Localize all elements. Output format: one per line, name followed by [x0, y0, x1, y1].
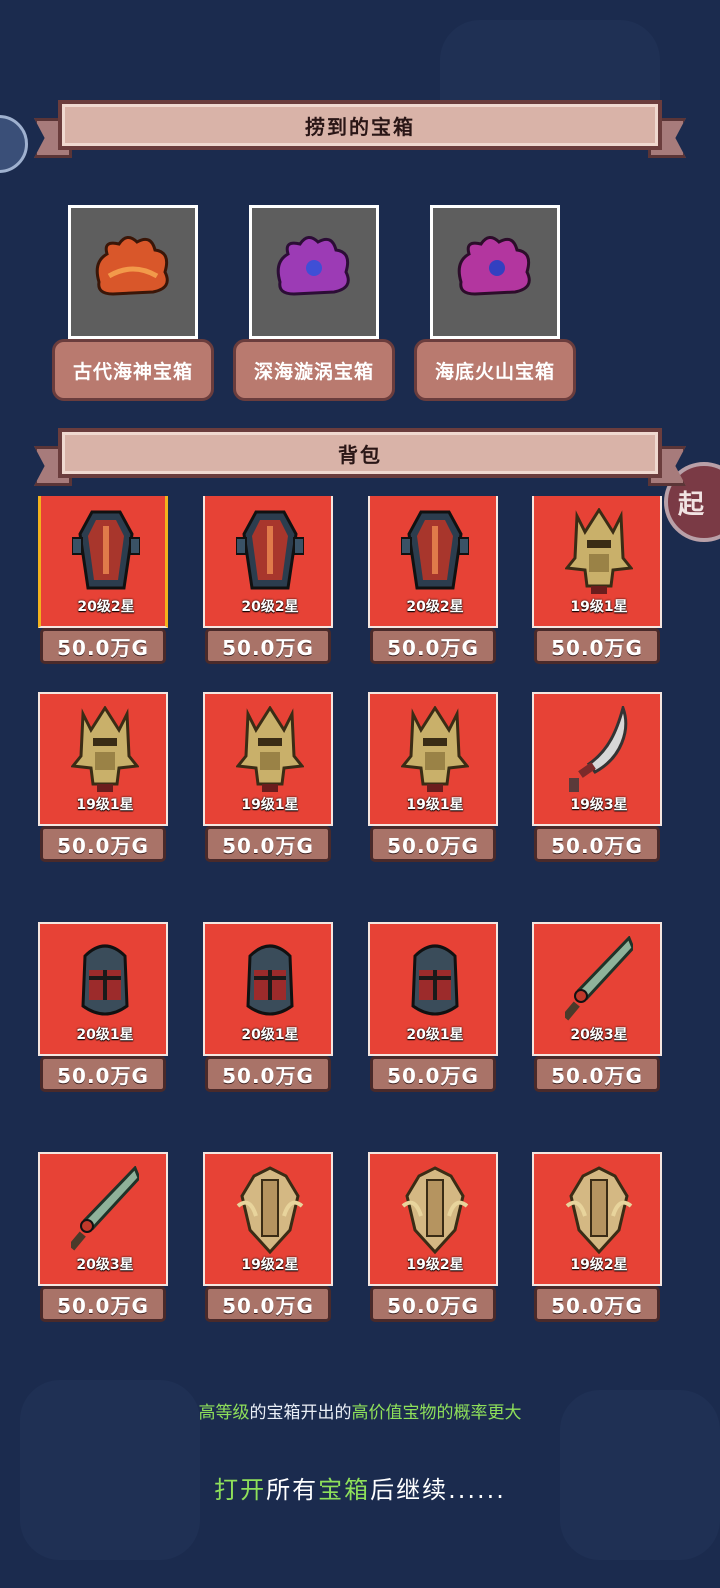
item-level: 20级3星 — [570, 1027, 628, 1043]
item-level: 19级3星 — [570, 797, 628, 813]
item-card-bg: 20级1星 — [203, 922, 333, 1056]
item-card-bg: 20级3星 — [532, 922, 662, 1056]
item-price: 50.0万G — [205, 1286, 331, 1322]
inventory-item[interactable]: 20级3星 50.0万G — [38, 1152, 168, 1322]
chest-frame — [430, 205, 560, 339]
banner-body: 捞到的宝箱 — [58, 100, 662, 150]
side-toggle-label: 起 — [678, 489, 705, 520]
chat-bubble-button[interactable] — [0, 115, 28, 173]
item-price: 50.0万G — [40, 826, 166, 862]
hint-highlight-1: 高等级 — [198, 1403, 250, 1423]
item-level: 20级2星 — [406, 599, 464, 615]
inventory-item[interactable]: 20级2星 50.0万G — [203, 496, 333, 664]
item-price: 50.0万G — [534, 1286, 660, 1322]
item-level: 19级1星 — [406, 797, 464, 813]
inventory-item[interactable]: 19级1星 50.0万G — [532, 496, 662, 664]
hint-highlight-2: 高价值宝物的概率更大 — [351, 1403, 522, 1423]
item-level: 19级2星 — [241, 1257, 299, 1273]
inventory-item[interactable]: 20级2星 50.0万G — [368, 496, 498, 664]
chest-name: 深海漩涡宝箱 — [233, 339, 395, 401]
item-level: 19级1星 — [241, 797, 299, 813]
item-price: 50.0万G — [370, 826, 496, 862]
continue-highlight-1: 打开 — [214, 1476, 267, 1504]
item-card-bg: 19级1星 — [203, 692, 333, 826]
inventory-item[interactable]: 19级2星 50.0万G — [203, 1152, 333, 1322]
item-level: 20级2星 — [77, 599, 135, 615]
chest-name: 海底火山宝箱 — [414, 339, 576, 401]
item-price: 50.0万G — [534, 826, 660, 862]
item-level: 20级3星 — [76, 1257, 134, 1273]
chest-frame — [249, 205, 379, 339]
hint-text: 高等级的宝箱开出的高价值宝物的概率更大 — [0, 1398, 720, 1423]
item-price: 50.0万G — [205, 826, 331, 862]
inventory-item[interactable]: 19级1星 50.0万G — [368, 692, 498, 862]
item-price: 50.0万G — [370, 1286, 496, 1322]
item-level: 20级1星 — [241, 1027, 299, 1043]
item-price: 50.0万G — [205, 628, 331, 664]
inventory-item[interactable]: 19级2星 50.0万G — [368, 1152, 498, 1322]
item-price: 50.0万G — [370, 1056, 496, 1092]
item-card-bg: 20级2星 — [203, 496, 333, 628]
item-card-bg: 20级1星 — [368, 922, 498, 1056]
banner-title: 背包 — [338, 442, 382, 467]
inventory-grid: 20级2星 50.0万G 20级2星 50.0万G 20级2星 50.0万G 19级1星 50… — [38, 496, 668, 1360]
item-level: 19级2星 — [570, 1257, 628, 1273]
banner-body: 背包 — [58, 428, 662, 478]
item-card-bg: 20级3星 — [38, 1152, 168, 1286]
item-card-bg: 19级1星 — [38, 692, 168, 826]
item-price: 50.0万G — [205, 1056, 331, 1092]
item-price: 50.0万G — [40, 1056, 166, 1092]
chest-card[interactable]: 海底火山宝箱 — [414, 205, 596, 401]
item-level: 20级1星 — [406, 1027, 464, 1043]
item-card-bg: 20级2星 — [38, 496, 168, 628]
item-card-bg: 19级1星 — [532, 496, 662, 628]
item-level: 19级2星 — [406, 1257, 464, 1273]
item-price: 50.0万G — [534, 628, 660, 664]
chest-frame — [68, 205, 198, 339]
continue-text-4: 后继续...... — [370, 1476, 506, 1504]
continue-text[interactable]: 打开所有宝箱后继续...... — [0, 1470, 720, 1505]
inventory-item[interactable]: 20级1星 50.0万G — [38, 922, 168, 1092]
item-price: 50.0万G — [370, 628, 496, 664]
inventory-item[interactable]: 20级3星 50.0万G — [532, 922, 662, 1092]
banner-title: 捞到的宝箱 — [305, 114, 415, 139]
item-level: 19级1星 — [76, 797, 134, 813]
item-level: 20级2星 — [241, 599, 299, 615]
inventory-item[interactable]: 20级2星 50.0万G — [38, 496, 168, 664]
item-level: 19级1星 — [570, 599, 628, 615]
item-price: 50.0万G — [40, 1286, 166, 1322]
hint-text-2: 的宝箱开出的 — [249, 1403, 352, 1423]
continue-highlight-2: 宝箱 — [318, 1476, 371, 1504]
item-card-bg: 20级1星 — [38, 922, 168, 1056]
item-card-bg: 19级2星 — [532, 1152, 662, 1286]
inventory-item[interactable]: 19级2星 50.0万G — [532, 1152, 662, 1322]
item-level: 20级1星 — [76, 1027, 134, 1043]
inventory-item[interactable]: 19级3星 50.0万G — [532, 692, 662, 862]
item-card-bg: 19级2星 — [368, 1152, 498, 1286]
chest-name: 古代海神宝箱 — [52, 339, 214, 401]
inventory-item[interactable]: 19级1星 50.0万G — [203, 692, 333, 862]
item-price: 50.0万G — [534, 1056, 660, 1092]
chest-card[interactable]: 古代海神宝箱 — [52, 205, 234, 401]
chest-card[interactable]: 深海漩涡宝箱 — [233, 205, 415, 401]
inventory-item[interactable]: 19级1星 50.0万G — [38, 692, 168, 862]
item-price: 50.0万G — [40, 628, 166, 664]
inventory-item[interactable]: 20级1星 50.0万G — [203, 922, 333, 1092]
item-card-bg: 19级3星 — [532, 692, 662, 826]
caught-chests-banner: 捞到的宝箱 — [34, 100, 686, 158]
continue-text-2: 所有 — [266, 1476, 319, 1504]
inventory-item[interactable]: 20级1星 50.0万G — [368, 922, 498, 1092]
item-card-bg: 19级2星 — [203, 1152, 333, 1286]
bag-banner: 背包 — [34, 428, 686, 486]
item-card-bg: 20级2星 — [368, 496, 498, 628]
item-card-bg: 19级1星 — [368, 692, 498, 826]
